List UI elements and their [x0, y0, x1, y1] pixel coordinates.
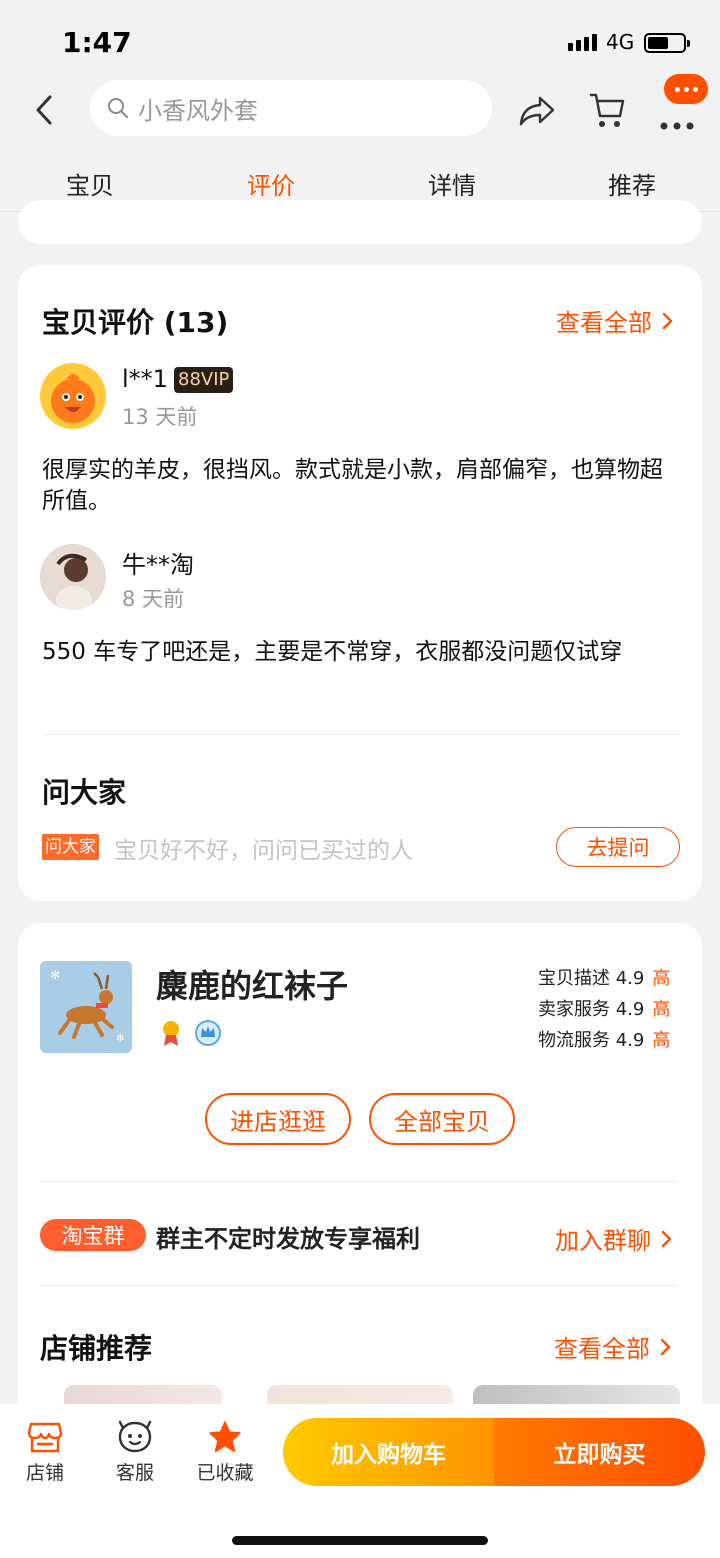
avatar[interactable]: [40, 363, 106, 429]
score-level: 高: [652, 999, 671, 1020]
chevron-right-icon: [661, 1230, 672, 1247]
previous-card: [18, 200, 702, 244]
store-button[interactable]: 店铺: [10, 1420, 80, 1485]
divider: [40, 1181, 678, 1182]
shop-card: ✻ ✻ 麋鹿的红袜子 宝贝描述 4.9 高 卖家服务 4.9 高 物流服务 4.9 高 …: [18, 923, 702, 1423]
join-group-link[interactable]: 加入群聊: [555, 1221, 673, 1256]
score-label: 物流服务 4.9: [538, 1030, 645, 1051]
ask-section-title: 问大家: [42, 776, 127, 809]
divider: [42, 734, 680, 735]
home-indicator: [232, 1536, 488, 1545]
medal-icon: [163, 1021, 179, 1046]
see-all-label: 查看全部: [554, 1335, 650, 1363]
network-type: 4G: [606, 30, 635, 54]
review-text: 很厚实的羊皮，很挡风。款式就是小款，肩部偏窄，也算物超所值。: [42, 457, 663, 514]
reviews-see-all-link[interactable]: 查看全部: [556, 303, 674, 338]
join-group-label: 加入群聊: [555, 1227, 651, 1255]
reviewer-name: l**1: [122, 365, 168, 393]
user-photo-avatar-icon: [40, 544, 106, 610]
crown-icon: [195, 1020, 221, 1046]
star-filled-icon: [209, 1421, 241, 1453]
reindeer-logo-icon: ✻✻: [40, 961, 132, 1053]
search-icon: [108, 98, 128, 118]
avatar[interactable]: [40, 544, 106, 610]
message-badge[interactable]: [664, 74, 708, 104]
shop-recommend-title: 店铺推荐: [40, 1332, 153, 1365]
svg-text:✻: ✻: [116, 1033, 124, 1044]
divider: [40, 1285, 678, 1286]
cart-button[interactable]: [588, 90, 626, 134]
customer-service-button[interactable]: 客服: [100, 1420, 170, 1485]
back-button[interactable]: [30, 92, 60, 128]
score-level: 高: [652, 968, 671, 989]
shop-badges: [158, 1019, 222, 1047]
store-icon: [27, 1422, 63, 1453]
all-items-button[interactable]: 全部宝贝: [369, 1093, 515, 1145]
chevron-right-icon: [660, 1338, 671, 1355]
battery-icon: [644, 33, 690, 53]
score-label: 卖家服务 4.9: [538, 999, 645, 1020]
reviewer-name: 牛**淘: [122, 551, 194, 579]
svg-text:✻: ✻: [50, 968, 60, 982]
reviews-card: 宝贝评价 (13) 查看全部 l**1 88VIP 13 天前 很厚实的羊皮，很…: [18, 265, 702, 901]
taobao-group-tag: 淘宝群: [40, 1219, 146, 1251]
score-row: 卖家服务 4.9 高: [538, 994, 670, 1025]
recommend-see-all-link[interactable]: 查看全部: [554, 1329, 672, 1364]
review-time: 8 天前: [122, 587, 185, 611]
cart-icon: [589, 93, 625, 127]
service-label: 客服: [115, 1462, 154, 1484]
status-bar: 1:47 4G: [0, 0, 720, 78]
search-placeholder: 小香风外套: [138, 96, 258, 125]
top-nav: 小香风外套: [0, 74, 720, 142]
shop-logo[interactable]: ✻ ✻: [40, 961, 132, 1053]
chevron-left-icon: [36, 95, 52, 125]
tab-reviews[interactable]: 评价: [247, 166, 295, 201]
score-level: 高: [652, 1030, 671, 1051]
store-label: 店铺: [25, 1462, 64, 1484]
vip-badge: 88VIP: [174, 367, 234, 393]
buy-now-button[interactable]: 立即购买: [494, 1418, 705, 1486]
score-row: 物流服务 4.9 高: [538, 1025, 670, 1056]
score-label: 宝贝描述 4.9: [538, 968, 645, 989]
ask-tag: 问大家: [42, 834, 99, 860]
review-text: 550 车专了吧还是，主要是不常穿，衣服都没问题仅试穿: [42, 639, 623, 665]
mascot-avatar-icon: [51, 374, 95, 423]
shop-scores: 宝贝描述 4.9 高 卖家服务 4.9 高 物流服务 4.9 高: [538, 963, 670, 1056]
tab-recommend[interactable]: 推荐: [608, 166, 656, 201]
favorite-button[interactable]: 已收藏: [190, 1420, 260, 1485]
share-icon: [519, 96, 555, 126]
ask-placeholder[interactable]: 宝贝好不好，问问已买过的人: [114, 831, 413, 865]
tab-details[interactable]: 详情: [428, 166, 476, 201]
ask-question-button[interactable]: 去提问: [556, 827, 680, 867]
reviews-title: 宝贝评价 (13): [42, 306, 229, 339]
group-description: 群主不定时发放专享福利: [156, 1225, 420, 1253]
cellular-signal-icon: [568, 34, 597, 51]
see-all-label: 查看全部: [556, 309, 652, 337]
favorited-label: 已收藏: [196, 1462, 254, 1484]
add-to-cart-button[interactable]: 加入购物车: [283, 1418, 494, 1486]
bottom-action-bar: 店铺 客服 已收藏 加入购物车 立即购买: [0, 1404, 720, 1558]
service-smiley-icon: [118, 1420, 152, 1453]
shop-name[interactable]: 麋鹿的红袜子: [156, 961, 348, 1007]
search-bar[interactable]: 小香风外套: [90, 80, 492, 136]
purchase-actions: 加入购物车 立即购买: [283, 1418, 705, 1486]
tab-item[interactable]: 宝贝: [66, 166, 114, 201]
share-button[interactable]: [518, 92, 556, 132]
chevron-right-icon: [662, 312, 673, 329]
review-time: 13 天前: [122, 405, 198, 429]
status-time: 1:47: [62, 26, 132, 59]
enter-shop-button[interactable]: 进店逛逛: [205, 1093, 351, 1145]
score-row: 宝贝描述 4.9 高: [538, 963, 670, 994]
